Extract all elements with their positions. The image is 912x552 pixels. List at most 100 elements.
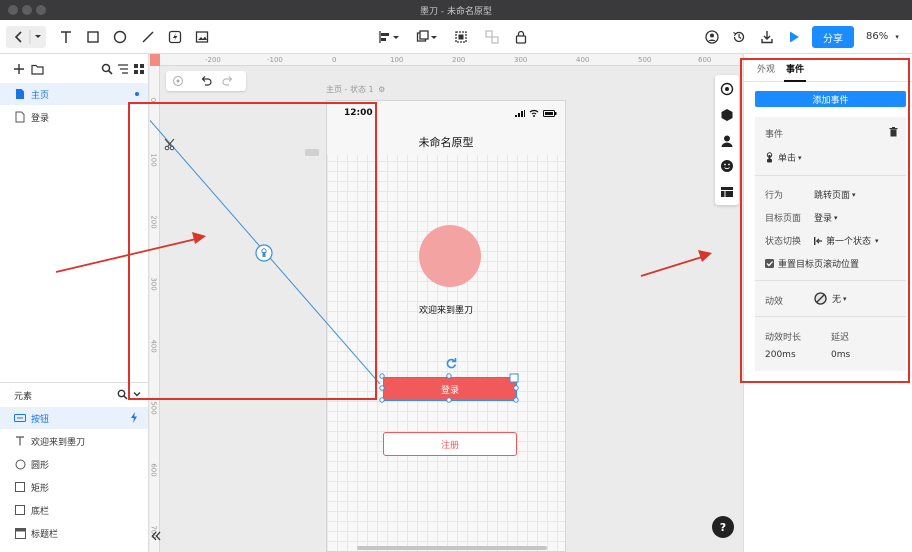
target-page-select[interactable]: 登录 ▾ <box>814 211 838 225</box>
chevron-down-icon <box>133 392 141 397</box>
target-icon <box>720 82 734 96</box>
element-item-button[interactable]: 按钮 <box>0 407 148 429</box>
account-button[interactable] <box>704 29 720 45</box>
text-tool-button[interactable] <box>58 29 74 45</box>
state-switch-label: 状态切换 <box>765 237 802 247</box>
emoji-tool-button[interactable] <box>720 159 734 173</box>
comment-tag-icon[interactable] <box>305 149 319 156</box>
align-icon <box>379 31 399 43</box>
help-icon: ? <box>719 520 727 534</box>
image-tool-button[interactable] <box>194 29 210 45</box>
page-item-login[interactable]: 登录 <box>0 106 148 128</box>
card-divider <box>755 316 906 317</box>
ungroup-icon <box>485 30 499 44</box>
element-item-circle[interactable]: 圆形 <box>0 453 148 475</box>
first-state-icon <box>814 236 823 245</box>
arrange-menu-button[interactable] <box>416 29 438 45</box>
active-tab-indicator <box>784 80 806 82</box>
tab-events[interactable]: 事件 <box>786 62 804 75</box>
trigger-select[interactable]: 单击 ▾ <box>765 151 802 164</box>
page-file-icon <box>13 87 27 101</box>
element-item-label: 按钮 <box>31 414 50 425</box>
element-item-tabbar[interactable]: 底栏 <box>0 499 148 521</box>
person-icon <box>721 135 733 147</box>
grid-view-button[interactable] <box>132 62 146 76</box>
image-tool-icon <box>195 31 209 43</box>
element-item-text[interactable]: 欢迎来到墨刀 <box>0 430 148 452</box>
back-menu-button[interactable] <box>6 26 46 48</box>
gesture-tap-icon[interactable] <box>255 244 273 262</box>
event-section-label: 事件 <box>765 130 784 140</box>
table-tool-button[interactable] <box>720 185 734 199</box>
add-page-button[interactable] <box>12 62 26 76</box>
ungroup-button[interactable] <box>484 29 500 45</box>
ellipse-tool-icon <box>113 30 127 44</box>
design-canvas[interactable]: -200 -100 0 100 200 300 400 500 600 0 10… <box>150 54 742 552</box>
chevron-down-icon: ▾ <box>834 213 838 222</box>
collapse-panel-button[interactable] <box>150 530 164 544</box>
chevron-down-icon: ▾ <box>843 294 847 303</box>
line-tool-button[interactable] <box>140 29 156 45</box>
tab-appearance[interactable]: 外观 <box>757 62 775 75</box>
chevron-down-icon: ▾ <box>852 190 856 199</box>
ellipse-tool-button[interactable] <box>112 29 128 45</box>
list-sort-icon <box>118 64 128 74</box>
user-tool-button[interactable] <box>720 134 734 148</box>
download-button[interactable] <box>759 29 775 45</box>
play-icon <box>790 31 799 43</box>
lock-button[interactable] <box>513 29 529 45</box>
event-card: 事件 单击 ▾ 行为 跳转页面 ▾ 目标页面 登录 ▾ 状态切换 第一个状态 ▾… <box>755 117 906 371</box>
zoom-select[interactable]: 86% ▾ <box>866 31 899 42</box>
search-elements-button[interactable] <box>116 388 128 400</box>
state-switch-select[interactable]: 第一个状态 ▾ <box>814 234 879 247</box>
delete-event-button[interactable] <box>889 127 898 137</box>
duration-value[interactable]: 200ms <box>765 350 796 360</box>
preview-play-button[interactable] <box>786 29 802 45</box>
element-item-rectangle[interactable]: 矩形 <box>0 476 148 498</box>
group-button[interactable] <box>453 29 469 45</box>
delay-value[interactable]: 0ms <box>831 350 850 360</box>
element-item-label: 底栏 <box>31 506 50 517</box>
search-pages-button[interactable] <box>100 62 114 76</box>
plus-icon <box>14 64 24 74</box>
page-item-home[interactable]: 主页 <box>0 83 148 105</box>
target-tool-button[interactable] <box>720 82 734 96</box>
text-element-icon <box>13 434 27 448</box>
trash-icon <box>889 127 898 137</box>
panel-divider <box>0 382 148 383</box>
page-item-label: 登录 <box>31 113 50 124</box>
element-item-label: 欢迎来到墨刀 <box>31 437 86 448</box>
animation-select[interactable]: 无 ▾ <box>814 292 847 305</box>
history-button[interactable] <box>731 29 747 45</box>
card-divider <box>755 280 906 281</box>
rectangle-tool-button[interactable] <box>85 29 101 45</box>
animation-label: 动效 <box>765 297 784 307</box>
add-folder-button[interactable] <box>30 62 44 76</box>
group-icon <box>455 31 467 43</box>
action-select[interactable]: 跳转页面 ▾ <box>814 188 856 202</box>
window-titlebar: 墨刀 - 未命名原型 <box>0 0 912 20</box>
help-button[interactable]: ? <box>712 516 734 538</box>
text-tool-icon <box>61 31 71 43</box>
element-item-titlebar[interactable]: 标题栏 <box>0 522 148 544</box>
zoom-value: 86% <box>866 31 889 42</box>
reset-scroll-checkbox[interactable]: 重置目标页滚动位置 <box>765 257 859 270</box>
align-menu-button[interactable] <box>378 29 400 45</box>
zoom-chevron-down-icon: ▾ <box>895 33 899 41</box>
search-icon <box>101 63 113 75</box>
rectangle-element-icon <box>13 480 27 494</box>
sort-pages-button[interactable] <box>116 62 130 76</box>
scissors-icon[interactable] <box>164 138 175 151</box>
collapse-elements-button[interactable] <box>131 388 143 400</box>
history-icon <box>733 31 745 43</box>
flash-link-tool-button[interactable] <box>167 29 183 45</box>
share-button[interactable]: 分享 <box>812 26 854 48</box>
state-switch-value: 第一个状态 <box>826 237 872 247</box>
add-event-button[interactable]: 添加事件 <box>755 91 906 107</box>
component-tool-button[interactable] <box>720 108 734 122</box>
back-chevron-icon <box>14 30 41 44</box>
tabbar-element-icon <box>13 503 27 517</box>
reset-scroll-label: 重置目标页滚动位置 <box>778 260 860 270</box>
duration-label: 动效时长 <box>765 333 802 343</box>
download-icon <box>761 31 773 44</box>
